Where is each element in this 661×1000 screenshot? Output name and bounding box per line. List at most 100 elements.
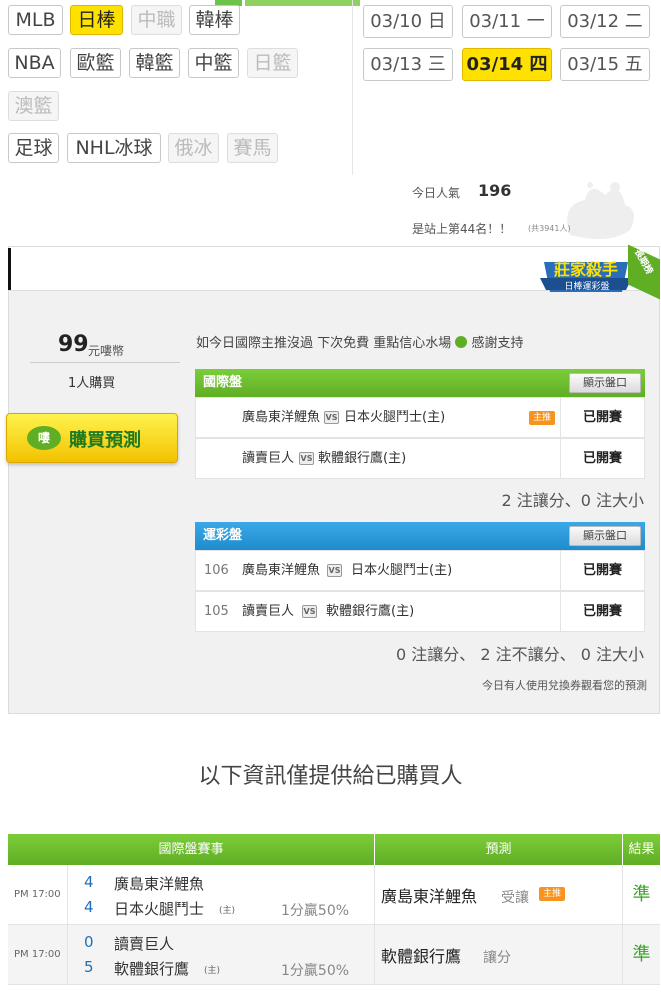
result-row-1-time: PM 17:00 bbox=[8, 865, 68, 924]
sport-chip-nba[interactable]: NBA bbox=[8, 48, 61, 78]
intl-game-1-away: 日本火腿鬥士(主) bbox=[344, 410, 446, 425]
splash-decoration-icon bbox=[530, 175, 650, 245]
results-header-result: 結果 bbox=[623, 834, 660, 865]
popularity-value: 196 bbox=[478, 181, 512, 200]
intl-game-row: 讀賣巨人 VS 軟體銀行鷹(主) 已開賽 bbox=[195, 438, 645, 479]
results-header-match: 國際盤賽事 bbox=[8, 834, 375, 865]
results-header-prediction: 預測 bbox=[375, 834, 623, 865]
apple-icon bbox=[455, 336, 468, 348]
intl-game-1-status: 已開賽 bbox=[560, 398, 644, 437]
price-value: 99 bbox=[58, 332, 89, 357]
sport-chip-mlb[interactable]: MLB bbox=[8, 5, 63, 35]
lottery-game-2-home: 讀賣巨人 bbox=[242, 604, 295, 619]
buy-prediction-label: 購買預測 bbox=[69, 430, 141, 451]
top-strip-mid bbox=[245, 0, 360, 6]
result-row-2-home-mark: (主) bbox=[204, 966, 221, 976]
lottery-board-title: 運彩盤 bbox=[203, 528, 243, 543]
date-0312[interactable]: 03/12 二 bbox=[560, 5, 650, 38]
sport-chip-horse-racing: 賽馬 bbox=[227, 133, 278, 163]
result-row-2-pick-type: 讓分 bbox=[483, 950, 511, 966]
lottery-show-odds-button[interactable]: 顯示盤口 bbox=[569, 526, 641, 546]
result-row-2-line: 1分贏50% bbox=[281, 963, 350, 979]
result-row: PM 17:00 4 廣島東洋鯉魚 4 日本火腿鬥士 (主) 1分贏50% 廣島… bbox=[8, 865, 660, 925]
purchased-heading: 以下資訊僅提供給已購買人 bbox=[198, 764, 463, 789]
notice-text: 如今日國際主推沒過 下次免費 重點信心水場 感謝支持 bbox=[196, 332, 524, 351]
result-row-1-team2: 日本火腿鬥士 bbox=[114, 900, 205, 918]
date-0314[interactable]: 03/14 四 bbox=[462, 48, 552, 81]
lottery-game-row: 105 讀賣巨人 VS 軟體銀行鷹(主) 已開賽 bbox=[195, 591, 645, 632]
result-row-1-prediction: 廣島東洋鯉魚 受讓 主推 bbox=[375, 865, 623, 924]
result-row-1-line: 1分贏50% bbox=[281, 903, 350, 919]
date-0310[interactable]: 03/10 日 bbox=[363, 5, 453, 38]
sport-chip-euro-basketball[interactable]: 歐籃 bbox=[70, 48, 121, 78]
result-row-2-team1: 讀賣巨人 bbox=[114, 935, 175, 953]
lottery-game-1-num: 106 bbox=[204, 563, 229, 578]
lottery-summary: 0 注讓分、 2 注不讓分、 0 注大小 bbox=[396, 645, 644, 664]
sport-chip-korea-baseball[interactable]: 韓棒 bbox=[189, 5, 240, 35]
lottery-game-1-away: 日本火腿鬥士(主) bbox=[351, 563, 453, 578]
lottery-game-1-home: 廣島東洋鯉魚 bbox=[242, 563, 321, 578]
vs-icon: VS bbox=[327, 564, 342, 577]
lottery-game-2-status: 已開賽 bbox=[560, 592, 644, 631]
sport-chip-nhl[interactable]: NHL冰球 bbox=[67, 133, 161, 163]
lottery-game-2-away: 軟體銀行鷹(主) bbox=[326, 604, 415, 619]
notice-main: 如今日國際主推沒過 下次免費 重點信心水場 bbox=[196, 336, 452, 351]
result-row-2-prediction: 軟體銀行鷹 讓分 bbox=[375, 925, 623, 984]
seller-badge-sub: 日棒運彩盤 bbox=[564, 282, 610, 292]
result-row-2-pick: 軟體銀行鷹 bbox=[381, 947, 462, 966]
result-row-1-pick: 廣島東洋鯉魚 bbox=[381, 887, 478, 906]
vs-icon: VS bbox=[299, 452, 314, 465]
sport-chip-soccer[interactable]: 足球 bbox=[8, 133, 59, 163]
lottery-footnote: 今日有人使用兌換券觀看您的預測 bbox=[482, 679, 647, 692]
seller-badge-title: 莊家殺手 bbox=[553, 260, 618, 279]
intl-game-row: 廣島東洋鯉魚 VS 日本火腿鬥士(主) 主推 已開賽 bbox=[195, 397, 645, 438]
intl-game-2-away: 軟體銀行鷹(主) bbox=[318, 451, 407, 466]
sport-chip-china-basketball[interactable]: 中籃 bbox=[188, 48, 239, 78]
sport-chip-russia-hockey: 俄冰 bbox=[168, 133, 219, 163]
intl-summary: 2 注讓分、0 注大小 bbox=[501, 491, 644, 510]
intl-game-2-home: 讀賣巨人 bbox=[242, 451, 295, 466]
lottery-game-2-num: 105 bbox=[204, 604, 229, 619]
result-row-1-pick-badge: 主推 bbox=[539, 887, 565, 901]
lottery-game-row: 106 廣島東洋鯉魚 VS 日本火腿鬥士(主) 已開賽 bbox=[195, 550, 645, 591]
sport-chip-japan-basketball: 日籃 bbox=[247, 48, 298, 78]
result-row-1-score1: 4 bbox=[84, 873, 94, 891]
sport-chip-japan-baseball[interactable]: 日棒 bbox=[70, 5, 123, 35]
divider bbox=[352, 0, 353, 175]
result-row-1-match: 4 廣島東洋鯉魚 4 日本火腿鬥士 (主) 1分贏50% bbox=[68, 865, 375, 924]
result-row: PM 17:00 0 讀賣巨人 5 軟體銀行鷹 (主) 1分贏50% 軟體銀行鷹… bbox=[8, 925, 660, 985]
result-row-2-score2: 5 bbox=[84, 958, 94, 976]
intl-board-header: 國際盤 顯示盤口 bbox=[195, 369, 645, 397]
result-row-1-pick-type: 受讓 bbox=[501, 890, 529, 906]
notice-tail: 感謝支持 bbox=[471, 336, 524, 351]
date-0315[interactable]: 03/15 五 bbox=[560, 48, 650, 81]
intl-game-2-status: 已開賽 bbox=[560, 439, 644, 478]
result-row-2-match: 0 讀賣巨人 5 軟體銀行鷹 (主) 1分贏50% bbox=[68, 925, 375, 984]
result-row-2-score1: 0 bbox=[84, 933, 94, 951]
intl-show-odds-button[interactable]: 顯示盤口 bbox=[569, 373, 641, 393]
lottery-game-1-status: 已開賽 bbox=[560, 551, 644, 590]
price-unit: 元嘍幣 bbox=[88, 344, 125, 358]
result-row-2-team2: 軟體銀行鷹 bbox=[114, 960, 190, 978]
lottery-board-header: 運彩盤 顯示盤口 bbox=[195, 522, 645, 550]
popularity-rank: 是站上第44名！！ bbox=[412, 222, 512, 236]
intl-game-1-badge: 主推 bbox=[529, 411, 555, 425]
intl-board-title: 國際盤 bbox=[203, 375, 243, 390]
date-0313[interactable]: 03/13 三 bbox=[363, 48, 453, 81]
vs-icon: VS bbox=[302, 605, 317, 618]
result-row-1-score2: 4 bbox=[84, 898, 94, 916]
result-row-1-team1: 廣島東洋鯉魚 bbox=[114, 875, 205, 893]
price-divider bbox=[30, 362, 180, 363]
result-row-1-home-mark: (主) bbox=[219, 906, 236, 916]
popularity-label: 今日人氣 bbox=[412, 186, 461, 200]
sport-chip-korea-basketball[interactable]: 韓籃 bbox=[129, 48, 180, 78]
result-row-1-result: 準 bbox=[632, 884, 651, 905]
date-0311[interactable]: 03/11 一 bbox=[462, 5, 552, 38]
buy-prediction-button[interactable]: 嘍 購買預測 bbox=[6, 413, 178, 463]
popularity-total: (共3941人) bbox=[528, 224, 571, 233]
vs-icon: VS bbox=[324, 411, 339, 424]
buyer-count: 1人購買 bbox=[68, 376, 116, 391]
result-row-2-time: PM 17:00 bbox=[8, 925, 68, 984]
sport-chip-aus-basketball: 澳籃 bbox=[8, 91, 59, 121]
sport-chip-cpbl: 中職 bbox=[131, 5, 182, 35]
